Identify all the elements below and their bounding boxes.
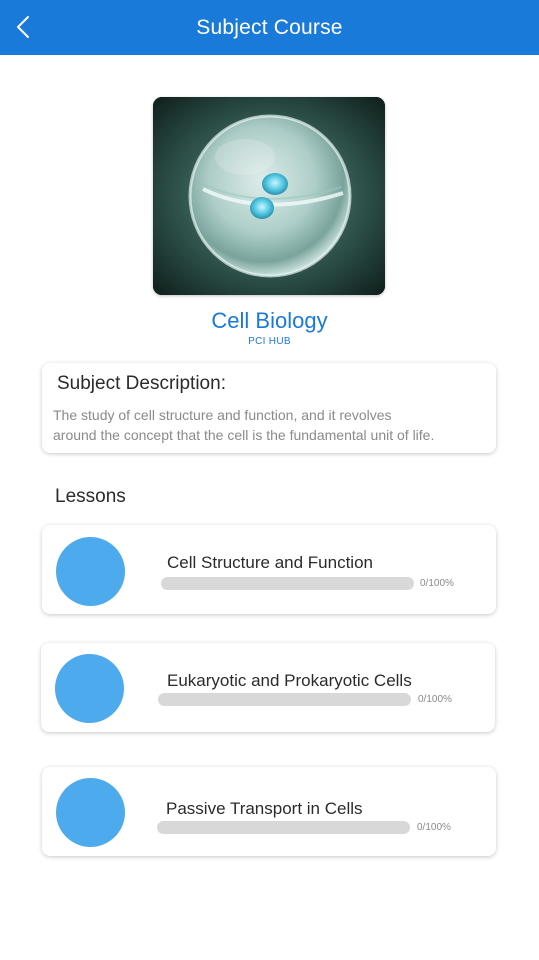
lessons-heading: Lessons — [55, 486, 126, 507]
lesson-card[interactable]: Cell Structure and Function 0/100% — [42, 525, 496, 614]
lesson-title: Cell Structure and Function — [167, 553, 373, 572]
lesson-progress-label: 0/100% — [417, 822, 451, 833]
lesson-title: Eukaryotic and Prokaryotic Cells — [167, 671, 412, 690]
lesson-card[interactable]: Eukaryotic and Prokaryotic Cells 0/100% — [41, 643, 495, 732]
lesson-icon — [56, 778, 125, 847]
lesson-progress-label: 0/100% — [418, 694, 452, 705]
lesson-progress-bar — [157, 821, 410, 834]
lesson-progress-bar — [158, 693, 411, 706]
lesson-progress-bar — [161, 577, 414, 590]
course-image — [153, 97, 385, 295]
lesson-progress-label: 0/100% — [420, 578, 454, 589]
course-organization: PCI HUB — [248, 336, 291, 347]
description-line-1: The study of cell structure and function… — [53, 407, 392, 423]
lesson-title: Passive Transport in Cells — [166, 799, 363, 818]
page-title: Subject Course — [196, 15, 343, 39]
app-bar: Subject Course — [0, 0, 539, 55]
lesson-card[interactable]: Passive Transport in Cells 0/100% — [42, 767, 496, 856]
lesson-icon — [55, 654, 124, 723]
back-button[interactable] — [8, 10, 38, 44]
chevron-left-icon — [17, 16, 29, 38]
lesson-icon — [56, 537, 125, 606]
cell-division-image — [153, 97, 385, 295]
subject-description-card: Subject Description: The study of cell s… — [42, 363, 496, 453]
description-line-2: around the concept that the cell is the … — [53, 427, 435, 443]
course-name: Cell Biology — [211, 308, 328, 333]
description-text: The study of cell structure and function… — [53, 405, 483, 445]
description-title: Subject Description: — [57, 373, 226, 394]
